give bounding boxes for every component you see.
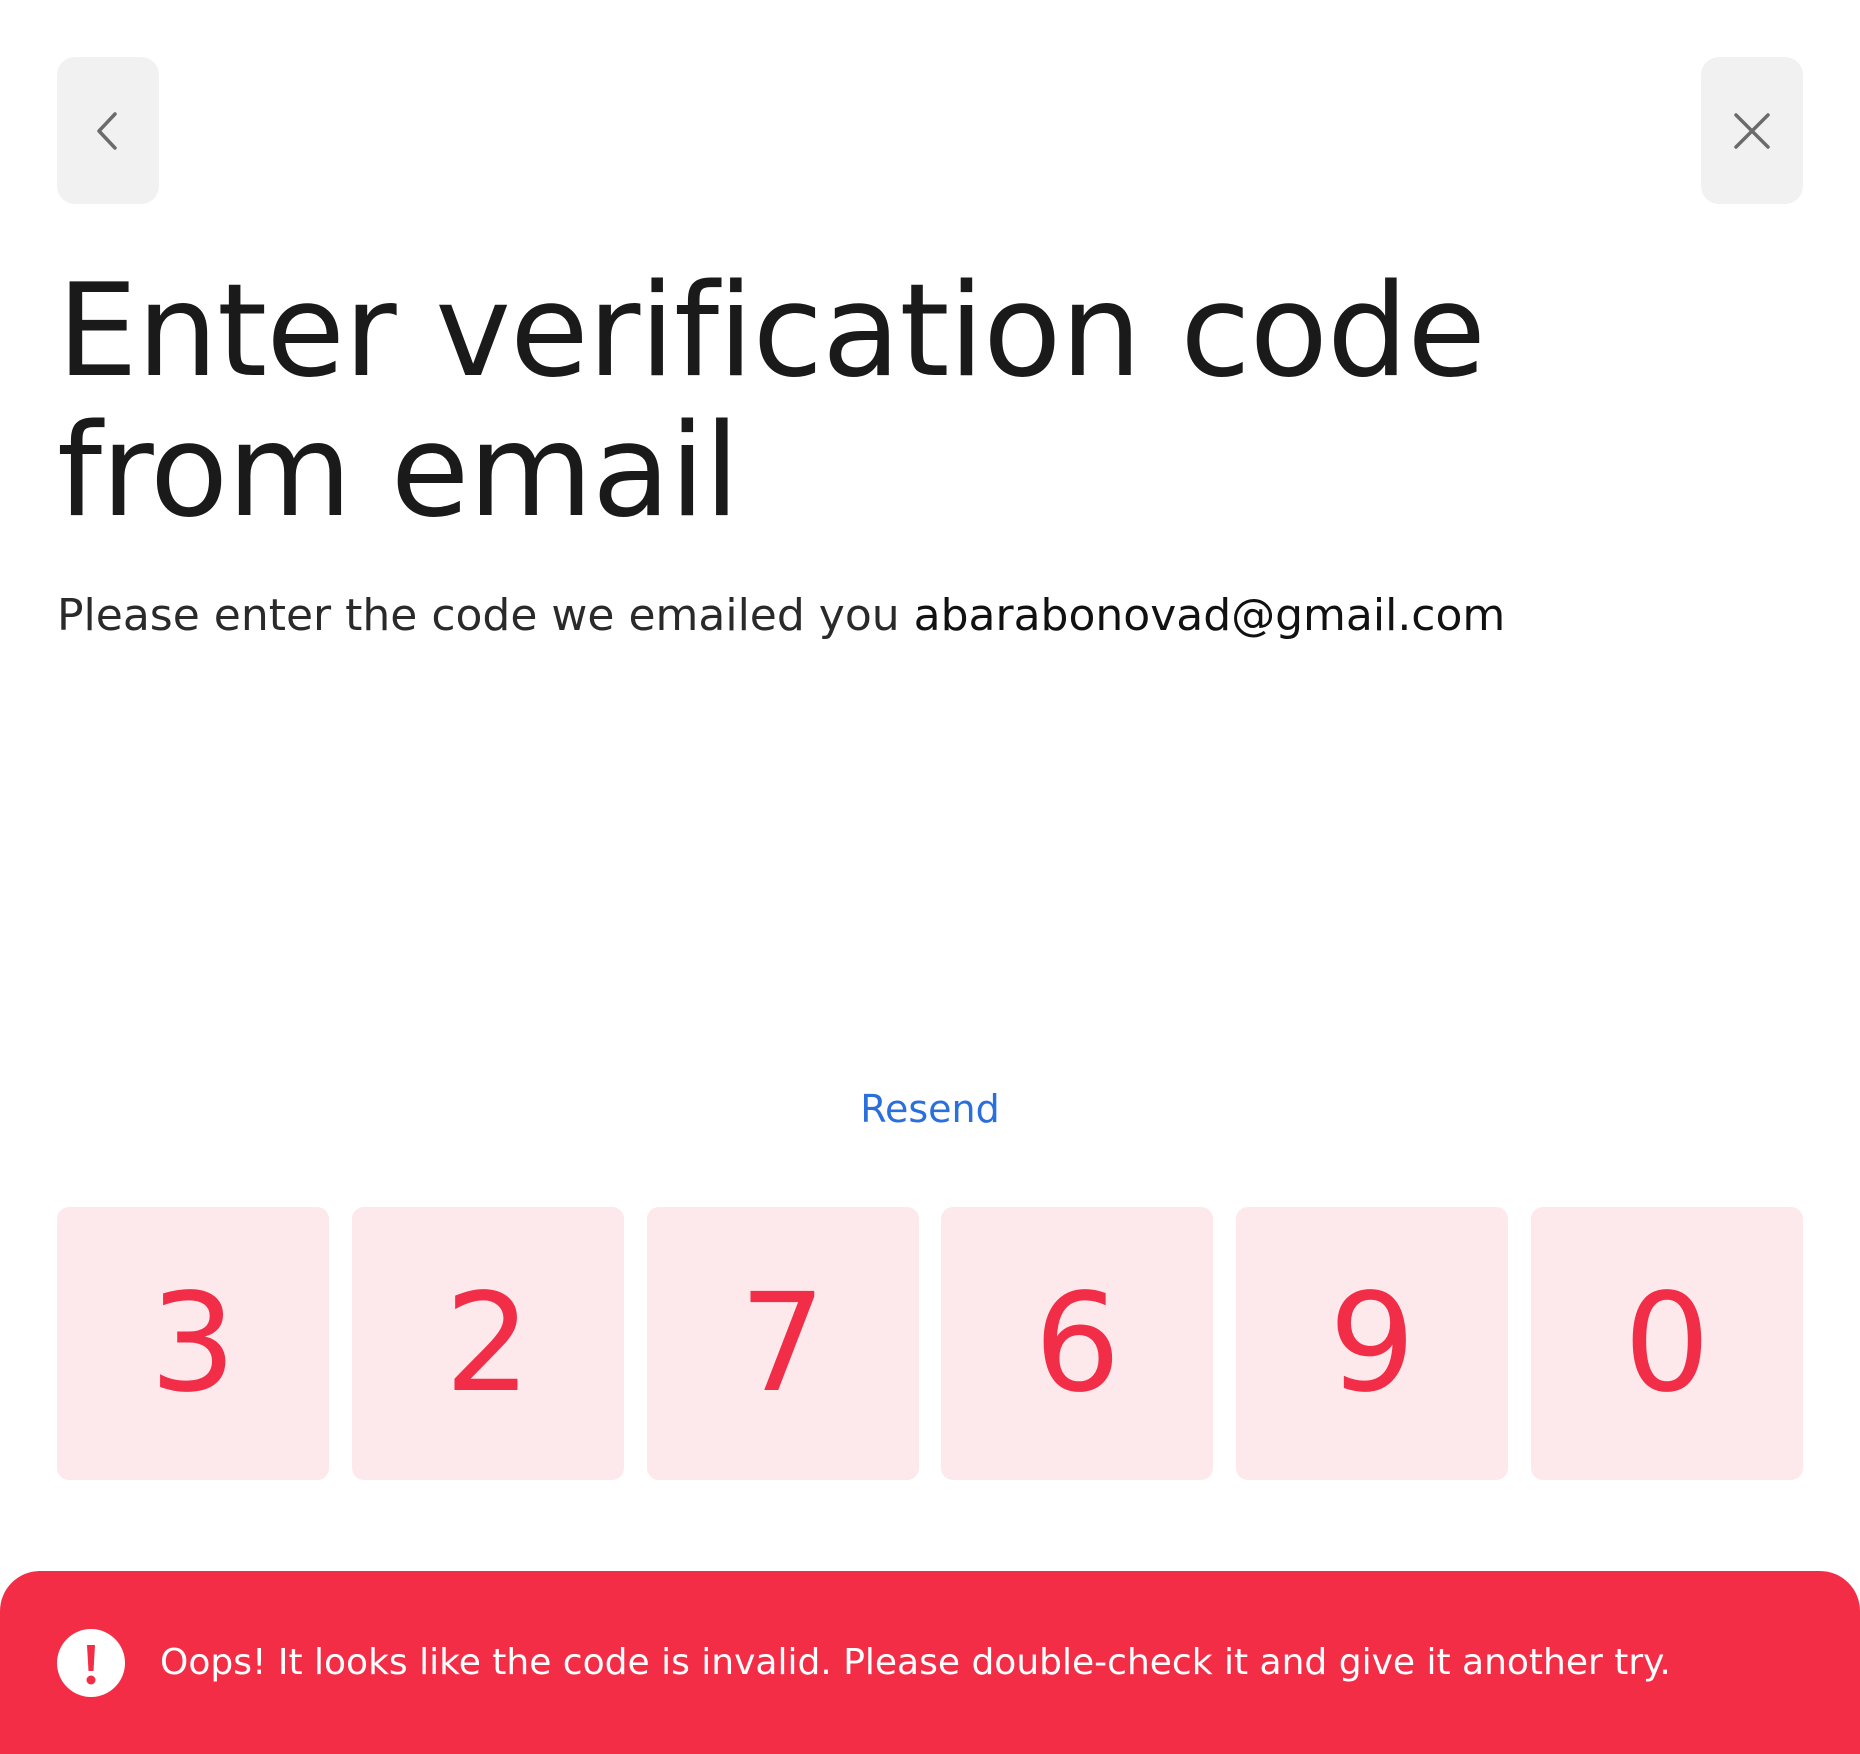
page-title-line-1: Enter verification code (57, 257, 1486, 406)
resend-link[interactable]: Resend (0, 1084, 1860, 1134)
code-input-group: 3 2 7 6 9 0 (57, 1207, 1803, 1480)
back-button[interactable] (57, 57, 159, 204)
code-digit-input[interactable]: 0 (1530, 1207, 1803, 1480)
error-banner: Oops! It looks like the code is invalid.… (0, 1571, 1860, 1754)
code-digit-input[interactable]: 7 (646, 1207, 919, 1480)
page-title: Enter verification code from email (57, 262, 1757, 542)
instruction-prefix: Please enter the code we emailed you (57, 590, 914, 641)
code-digit-input[interactable]: 3 (57, 1207, 329, 1480)
error-message: Oops! It looks like the code is invalid.… (160, 1641, 1671, 1683)
code-digit-input[interactable]: 2 (351, 1207, 624, 1480)
instruction-text: Please enter the code we emailed you aba… (57, 588, 1817, 644)
alert-icon (57, 1628, 125, 1697)
email-address: abarabonovad@gmail.com (913, 590, 1506, 641)
chevron-left-icon (97, 111, 117, 150)
close-icon (1734, 112, 1770, 149)
close-button[interactable] (1701, 57, 1803, 204)
page-title-line-2: from email (57, 397, 740, 546)
code-digit-input[interactable]: 6 (941, 1207, 1214, 1480)
code-digit-input[interactable]: 9 (1236, 1207, 1509, 1480)
exclamation-icon (86, 1644, 96, 1684)
